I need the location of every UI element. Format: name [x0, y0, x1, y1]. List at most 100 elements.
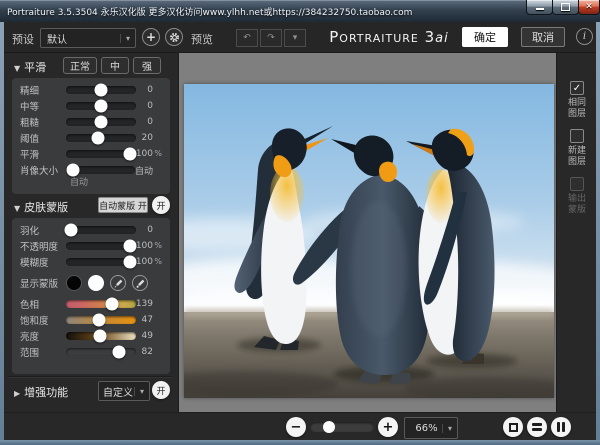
fuzziness-slider[interactable]: [65, 255, 137, 269]
opacity-slider[interactable]: [65, 239, 137, 253]
skin-mask-power-toggle[interactable]: 开: [152, 196, 170, 214]
zoom-slider-knob[interactable]: [323, 421, 336, 433]
medium-slider[interactable]: [66, 99, 136, 113]
fine-slider[interactable]: [66, 83, 136, 97]
slider-knob[interactable]: [94, 115, 108, 129]
output-mask-checkbox[interactable]: [570, 177, 584, 191]
slider-value: 0: [147, 225, 153, 235]
slider-row-saturation: 饱和度 47: [12, 312, 170, 328]
smoothing-group: 精细 0 中等 0 粗糙 0 阈值 20 平滑 100% 肖像大小 自动 自动: [12, 78, 170, 194]
slider-knob[interactable]: [94, 99, 108, 113]
latitude-slider[interactable]: [66, 345, 136, 359]
smoothing-title[interactable]: ▼ 平滑: [14, 59, 46, 75]
hue-slider[interactable]: [65, 297, 136, 311]
slider-unit: %: [154, 257, 162, 266]
enhance-preset-dropdown[interactable]: 自定义 ▾: [98, 381, 150, 401]
add-preset-button[interactable]: +: [142, 28, 160, 46]
undo-button[interactable]: ↶: [236, 29, 258, 47]
cancel-button[interactable]: 取消: [521, 27, 565, 47]
slider-value: 自动: [134, 166, 153, 177]
enhance-power-toggle[interactable]: 开: [152, 381, 170, 399]
zoom-out-button[interactable]: −: [286, 417, 306, 437]
logo-suffix: ai: [435, 31, 449, 46]
eyedropper-add-button[interactable]: [132, 275, 148, 291]
skin-mask-group: 羽化 0 不透明度 100% 模糊度 100% 显示蒙版 色相 139 饱和度 …: [12, 218, 170, 374]
new-layer-checkbox[interactable]: [570, 129, 584, 143]
smoothing-preset-normal-button[interactable]: 正常: [63, 57, 97, 74]
slider-knob[interactable]: [123, 147, 137, 161]
slider-knob[interactable]: [92, 313, 106, 327]
slider-knob[interactable]: [123, 255, 137, 269]
enhance-title[interactable]: ▶ 增强功能: [14, 384, 68, 400]
slider-value: 0: [147, 117, 153, 127]
zoom-level-value: 66%: [415, 422, 438, 434]
preset-settings-button[interactable]: [165, 28, 183, 46]
chevron-down-icon: ▾: [120, 33, 135, 43]
saturation-slider[interactable]: [66, 313, 136, 327]
portrait-size-slider[interactable]: [65, 163, 135, 177]
zoom-slider[interactable]: [310, 421, 374, 433]
preset-dropdown[interactable]: 默认 ▾: [40, 28, 136, 48]
minus-icon: −: [290, 419, 302, 435]
history-menu-button[interactable]: ▾: [284, 29, 306, 47]
minimize-icon: [535, 8, 544, 10]
title-bar[interactable]: Portraiture 3.5.3504 永乐汉化版 更多汉化访问www.ylh…: [0, 0, 600, 22]
slider-knob[interactable]: [123, 239, 137, 253]
slider-unit: %: [154, 241, 162, 250]
slider-label: 肖像大小: [20, 166, 59, 177]
feather-slider[interactable]: [64, 223, 136, 237]
slider-label: 亮度: [20, 332, 40, 343]
plugin-window: Portraiture 3.5.3504 永乐汉化版 更多汉化访问www.ylh…: [0, 0, 600, 445]
zoom-in-button[interactable]: +: [378, 417, 398, 437]
coarse-slider[interactable]: [66, 115, 136, 129]
threshold-slider[interactable]: [66, 131, 136, 145]
output-option-same-layer[interactable]: ✓ 相同 图层: [557, 81, 597, 120]
zoom-toolbar: − + 66% ▾: [4, 412, 596, 440]
split-horizontal-view-button[interactable]: [527, 417, 547, 437]
skin-mask-title[interactable]: ▼ 皮肤蒙版: [14, 199, 68, 215]
same-layer-checkbox[interactable]: ✓: [570, 81, 584, 95]
slider-row-opacity: 不透明度 100%: [12, 238, 170, 254]
slider-knob[interactable]: [112, 345, 126, 359]
slider-value-wrap: 0: [136, 225, 162, 235]
output-mask-label: 输出 蒙版: [557, 194, 597, 216]
info-button[interactable]: i: [576, 28, 593, 45]
zoom-level-dropdown[interactable]: 66% ▾: [404, 417, 458, 439]
slider-knob[interactable]: [94, 83, 108, 97]
output-option-output-mask[interactable]: 输出 蒙版: [557, 177, 597, 216]
output-option-new-layer[interactable]: 新建 图层: [557, 129, 597, 168]
undo-icon: ↶: [243, 33, 251, 43]
slider-knob[interactable]: [64, 223, 78, 237]
smoothing-preset-medium-button[interactable]: 中: [101, 57, 129, 74]
eyedropper-button[interactable]: [110, 275, 126, 291]
mask-black-swatch[interactable]: [66, 275, 82, 291]
single-view-button[interactable]: [503, 417, 523, 437]
smoothing-preset-strong-button[interactable]: 强: [133, 57, 161, 74]
slider-value: 49: [141, 331, 153, 341]
luminance-slider[interactable]: [66, 329, 136, 343]
redo-button[interactable]: ↷: [260, 29, 282, 47]
preview-canvas[interactable]: [178, 53, 556, 412]
mask-white-swatch[interactable]: [88, 275, 104, 291]
minimize-button[interactable]: [526, 0, 553, 15]
close-button[interactable]: ✕: [578, 0, 600, 15]
slider-value: 0: [147, 101, 153, 111]
ok-button[interactable]: 确定: [462, 27, 508, 47]
slider-knob[interactable]: [91, 131, 105, 145]
slider-knob[interactable]: [105, 297, 119, 311]
split-vertical-icon: [557, 422, 565, 432]
slider-value: 20: [141, 133, 153, 143]
smoothness-slider[interactable]: [65, 147, 137, 161]
slider-value: 139: [135, 299, 153, 309]
preview-image-penguins[interactable]: [184, 84, 554, 398]
split-vertical-view-button[interactable]: [551, 417, 571, 437]
auto-mask-button[interactable]: 自动蒙版 开: [98, 197, 148, 213]
chevron-down-icon: ▾: [292, 33, 298, 43]
slider-knob[interactable]: [93, 329, 107, 343]
single-view-icon: [508, 422, 518, 432]
portraiture-logo: Portraiture 3ai: [324, 28, 454, 46]
slider-value-wrap: 0: [136, 117, 162, 127]
slider-knob[interactable]: [66, 163, 80, 177]
preview-label: 预览: [191, 33, 213, 46]
maximize-button[interactable]: [552, 0, 579, 15]
